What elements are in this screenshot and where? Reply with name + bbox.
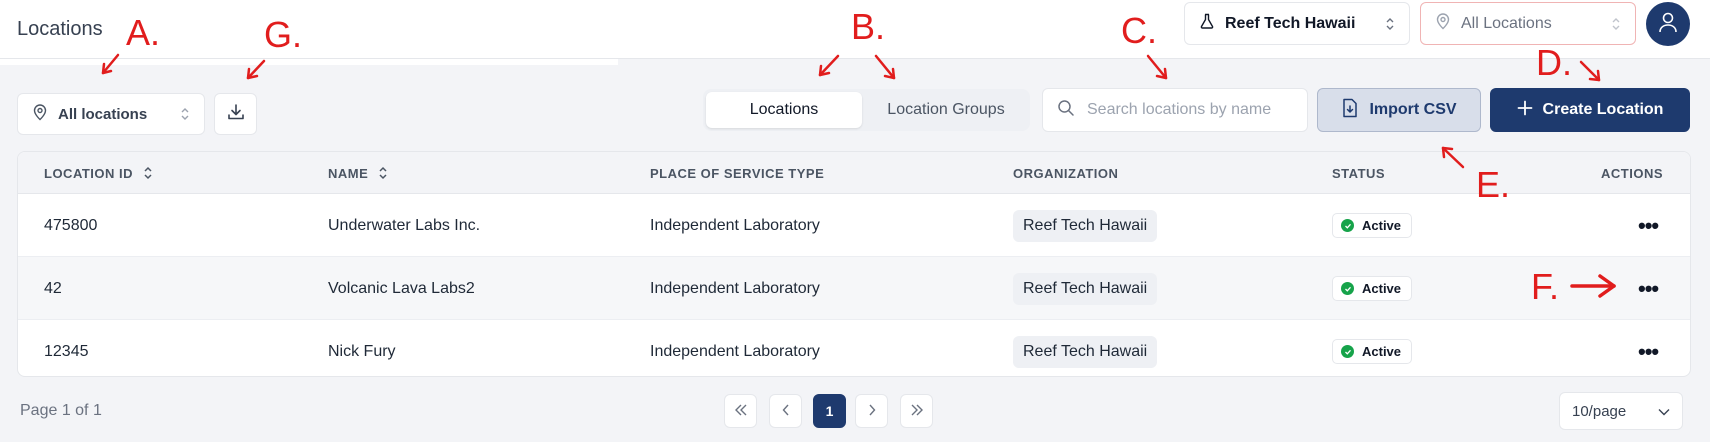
annotation-arrows xyxy=(101,53,1616,298)
annotation-arrow-c xyxy=(1146,54,1168,80)
annotation-arrow-d xyxy=(1579,60,1601,82)
annotation-arrow-e xyxy=(1441,146,1465,169)
annotation-arrow-b-right xyxy=(874,54,896,80)
